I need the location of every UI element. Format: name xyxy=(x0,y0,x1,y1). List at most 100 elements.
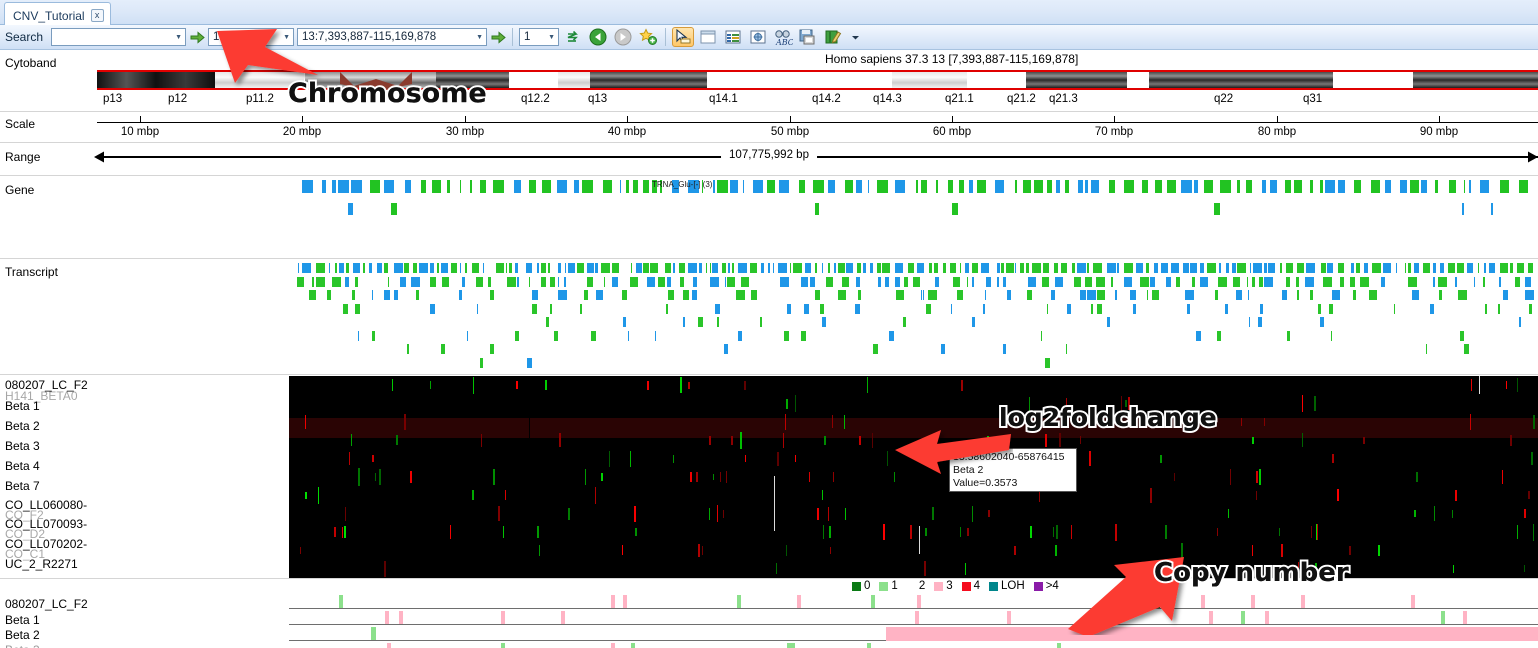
transcript-feature[interactable] xyxy=(666,303,669,314)
heatmap-cell[interactable] xyxy=(345,506,346,521)
heatmap-cell[interactable] xyxy=(1517,524,1518,540)
heatmap-cell[interactable] xyxy=(1502,470,1503,484)
transcript-feature[interactable] xyxy=(1351,263,1355,273)
cnv-segment-gain[interactable] xyxy=(886,627,1538,641)
heatmap-cell[interactable] xyxy=(375,472,376,482)
gene-feature[interactable] xyxy=(1464,180,1466,193)
heatmap-cell[interactable] xyxy=(1252,436,1254,444)
transcript-feature[interactable] xyxy=(311,276,314,287)
transcript-feature[interactable] xyxy=(712,263,719,273)
transcript-feature[interactable] xyxy=(526,263,533,273)
transcript-feature[interactable] xyxy=(964,263,969,273)
transcript-feature[interactable] xyxy=(623,317,627,327)
heatmap-cell[interactable] xyxy=(545,380,547,390)
gene-feature[interactable] xyxy=(1204,180,1214,193)
transcript-feature[interactable] xyxy=(750,263,758,273)
heatmap-cell[interactable] xyxy=(1471,379,1472,392)
transcript-feature[interactable] xyxy=(1215,290,1219,300)
transcript-feature[interactable] xyxy=(657,276,665,287)
heatmap-cell[interactable] xyxy=(1528,491,1530,500)
transcript-feature[interactable] xyxy=(1001,263,1005,273)
gene-feature[interactable] xyxy=(431,180,441,193)
heatmap-cell[interactable] xyxy=(680,377,682,394)
gene-feature[interactable] xyxy=(1155,180,1163,193)
select-tool-icon[interactable] xyxy=(672,27,695,47)
heatmap-cell[interactable] xyxy=(1332,454,1334,463)
heatmap-cell[interactable] xyxy=(1089,451,1091,467)
transcript-feature[interactable] xyxy=(1328,303,1333,314)
transcript-feature[interactable] xyxy=(927,290,937,300)
fit-window-icon[interactable] xyxy=(747,27,769,47)
heatmap-cell[interactable] xyxy=(1302,395,1303,412)
gene-feature[interactable] xyxy=(1245,180,1252,193)
transcript-feature[interactable] xyxy=(783,330,789,341)
transcript-feature[interactable] xyxy=(1369,290,1378,300)
transcript-feature[interactable] xyxy=(371,330,375,341)
transcript-feature[interactable] xyxy=(412,263,417,273)
transcript-feature[interactable] xyxy=(440,263,448,273)
gene-feature[interactable] xyxy=(390,203,397,215)
transcript-feature[interactable] xyxy=(1114,290,1117,300)
transcript-feature[interactable] xyxy=(1161,263,1169,273)
transcript-feature[interactable] xyxy=(596,290,604,300)
transcript-feature[interactable] xyxy=(846,263,854,273)
transcript-feature[interactable] xyxy=(1176,276,1181,287)
gene-feature[interactable] xyxy=(767,180,776,193)
transcript-feature[interactable] xyxy=(1510,263,1514,273)
transcript-feature[interactable] xyxy=(1225,263,1229,273)
transcript-feature[interactable] xyxy=(1031,263,1041,273)
transcript-feature[interactable] xyxy=(1086,290,1096,300)
transcript-feature[interactable] xyxy=(959,263,961,273)
heatmap-cell[interactable] xyxy=(783,432,784,448)
gene-feature[interactable] xyxy=(581,180,593,193)
transcript-feature[interactable] xyxy=(705,263,707,273)
transcript-feature[interactable] xyxy=(441,276,449,287)
transcript-feature[interactable] xyxy=(779,276,789,287)
gene-feature[interactable] xyxy=(1023,180,1032,193)
transcript-feature[interactable] xyxy=(1305,263,1315,273)
go-location-arrow-icon[interactable] xyxy=(490,29,506,45)
transcript-feature[interactable] xyxy=(1309,290,1313,300)
transcript-feature[interactable] xyxy=(815,263,818,273)
transcript-feature[interactable] xyxy=(1123,263,1133,273)
gene-feature[interactable] xyxy=(302,180,314,193)
gene-feature[interactable] xyxy=(321,180,326,193)
transcript-feature[interactable] xyxy=(722,263,727,273)
chevron-down-icon[interactable]: ▼ xyxy=(172,29,185,45)
heatmap-cell[interactable] xyxy=(300,547,301,554)
go-arrow-icon[interactable] xyxy=(189,29,205,45)
transcript-feature[interactable] xyxy=(418,263,428,273)
heatmap-cell[interactable] xyxy=(1453,564,1454,573)
heatmap-cell[interactable] xyxy=(634,505,636,522)
heatmap-cell[interactable] xyxy=(635,527,637,537)
transcript-feature[interactable] xyxy=(1185,290,1195,300)
gene-feature[interactable] xyxy=(1461,203,1464,215)
transcript-feature[interactable] xyxy=(792,263,802,273)
gene-feature[interactable] xyxy=(1491,203,1494,215)
transcript-feature[interactable] xyxy=(430,276,437,287)
transcript-feature[interactable] xyxy=(833,263,836,273)
heatmap-cell[interactable] xyxy=(1080,436,1081,445)
heatmap-cell[interactable] xyxy=(609,450,610,467)
transcript-feature[interactable] xyxy=(383,290,390,300)
transcript-feature[interactable] xyxy=(737,263,747,273)
transcript-feature[interactable] xyxy=(400,276,407,287)
heatmap-cell[interactable] xyxy=(1030,526,1032,539)
transcript-feature[interactable] xyxy=(872,344,878,354)
transcript-feature[interactable] xyxy=(1305,276,1315,287)
transcript-feature[interactable] xyxy=(461,276,465,287)
transcript-feature[interactable] xyxy=(388,276,390,287)
cnv-segment[interactable] xyxy=(1241,611,1245,624)
transcript-feature[interactable] xyxy=(1352,290,1356,300)
heatmap-cell[interactable] xyxy=(1160,454,1162,463)
transcript-feature[interactable] xyxy=(1027,276,1036,287)
transcript-feature[interactable] xyxy=(1340,276,1345,287)
transcript-feature[interactable] xyxy=(777,263,787,273)
gene-feature[interactable] xyxy=(921,180,928,193)
transcript-feature[interactable] xyxy=(837,263,845,273)
transcript-feature[interactable] xyxy=(384,263,389,273)
gene-feature[interactable] xyxy=(730,180,739,193)
heatmap-cell[interactable] xyxy=(690,471,692,482)
transcript-feature[interactable] xyxy=(1296,263,1304,273)
tab-cnv-tutorial[interactable]: CNV_Tutorial x xyxy=(4,2,111,25)
